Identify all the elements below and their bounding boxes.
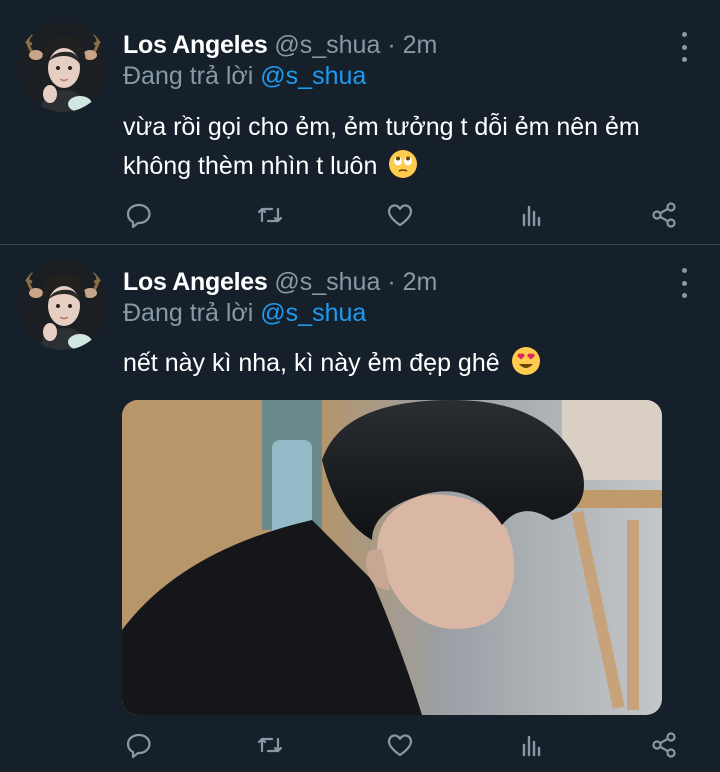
avatar[interactable]	[18, 260, 108, 350]
mention-link[interactable]: @s_shua	[260, 62, 366, 90]
action-bar	[123, 199, 683, 231]
separator-dot: ·	[387, 268, 396, 296]
reply-icon[interactable]	[123, 729, 155, 761]
retweet-icon[interactable]	[254, 199, 286, 231]
photo-image	[122, 400, 662, 715]
smiling-face-with-heart-eyes-icon	[511, 347, 540, 375]
replying-to-label: Đang trả lời	[123, 62, 254, 90]
more-options-icon[interactable]	[678, 32, 690, 62]
like-icon[interactable]	[384, 199, 416, 231]
tweet-photo[interactable]	[122, 400, 662, 715]
separator-dot: ·	[387, 31, 396, 59]
avatar[interactable]	[18, 22, 108, 112]
tweet-header: Los Angeles @s_shua · 2m	[123, 267, 437, 297]
timestamp[interactable]: 2m	[403, 31, 438, 59]
tweet-text-content: vừa rồi gọi cho ẻm, ẻm tưởng t dỗi ẻm nê…	[123, 113, 640, 180]
tweet-header: Los Angeles @s_shua · 2m	[123, 30, 437, 60]
analytics-icon[interactable]	[516, 199, 548, 231]
author-name[interactable]: Los Angeles	[123, 268, 268, 296]
author-name[interactable]: Los Angeles	[123, 31, 268, 59]
share-icon[interactable]	[648, 729, 680, 761]
replying-to-label: Đang trả lời	[123, 299, 254, 327]
tweet-text-content: nết này kì nha, kì này ẻm đẹp ghê	[123, 349, 500, 377]
tweet[interactable]: Los Angeles @s_shua · 2m Đang trả lời @s…	[0, 245, 720, 772]
reply-icon[interactable]	[123, 199, 155, 231]
tweet[interactable]: Los Angeles @s_shua · 2m Đang trả lời @s…	[0, 0, 720, 245]
author-handle[interactable]: @s_shua	[274, 268, 380, 296]
tweet-text: vừa rồi gọi cho ẻm, ẻm tưởng t dỗi ẻm nê…	[123, 108, 683, 186]
mention-link[interactable]: @s_shua	[260, 299, 366, 327]
share-icon[interactable]	[648, 199, 680, 231]
replying-to: Đang trả lời @s_shua	[123, 61, 366, 91]
timestamp[interactable]: 2m	[403, 268, 438, 296]
more-options-icon[interactable]	[678, 268, 690, 298]
replying-to: Đang trả lời @s_shua	[123, 298, 366, 328]
retweet-icon[interactable]	[254, 729, 286, 761]
face-with-rolling-eyes-icon	[389, 150, 418, 178]
analytics-icon[interactable]	[516, 729, 548, 761]
tweet-text: nết này kì nha, kì này ẻm đẹp ghê	[123, 344, 683, 383]
like-icon[interactable]	[384, 729, 416, 761]
action-bar	[123, 729, 683, 761]
author-handle[interactable]: @s_shua	[274, 31, 380, 59]
